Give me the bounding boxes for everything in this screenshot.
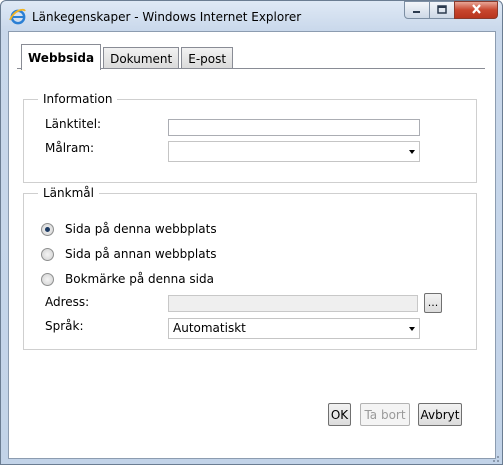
window-title: Länkegenskaper - Windows Internet Explor… — [32, 10, 302, 24]
radio-this-site[interactable] — [41, 223, 54, 236]
chevron-down-icon — [409, 327, 415, 331]
resize-grip-icon[interactable] — [488, 452, 500, 462]
radio-other-site[interactable] — [41, 248, 54, 261]
maximize-icon — [437, 3, 447, 17]
address-label: Adress: — [45, 295, 90, 309]
link-title-label: Länktitel: — [45, 117, 102, 131]
language-select[interactable]: Automatiskt — [168, 318, 420, 339]
close-icon — [471, 3, 482, 17]
window-controls — [404, 1, 498, 21]
information-group: Information Länktitel: Målram: — [23, 92, 477, 183]
radio-this-site-label: Sida på denna webbplats — [65, 222, 217, 236]
internet-explorer-icon — [9, 8, 27, 26]
radio-bookmark-label: Bokmärke på denna sida — [65, 272, 214, 286]
tab-webbsida[interactable]: Webbsida — [21, 44, 102, 70]
minimize-icon — [412, 3, 422, 17]
radio-bookmark[interactable] — [41, 273, 54, 286]
ok-button[interactable]: OK — [328, 403, 351, 426]
link-title-input[interactable] — [168, 119, 420, 136]
language-value: Automatiskt — [173, 321, 246, 335]
delete-button[interactable]: Ta bort — [360, 403, 410, 426]
link-target-group: Länkmål Sida på denna webbplats Sida på … — [23, 186, 477, 350]
target-frame-label: Målram: — [45, 141, 95, 155]
tab-strip: Webbsida Dokument E-post — [21, 43, 235, 70]
radio-other-site-label: Sida på annan webbplats — [65, 247, 217, 261]
browse-button[interactable]: ... — [424, 293, 442, 313]
tab-dokument[interactable]: Dokument — [103, 47, 180, 69]
title-bar[interactable]: Länkegenskaper - Windows Internet Explor… — [1, 1, 502, 31]
target-frame-select[interactable] — [168, 141, 420, 162]
dialog-body: Webbsida Dokument E-post Information Län… — [8, 31, 496, 459]
address-input[interactable] — [168, 295, 418, 312]
link-target-legend: Länkmål — [38, 186, 99, 200]
minimize-button[interactable] — [404, 1, 430, 19]
dialog-window: Länkegenskaper - Windows Internet Explor… — [0, 0, 503, 465]
tab-e-post[interactable]: E-post — [181, 47, 234, 69]
cancel-button[interactable]: Avbryt — [418, 403, 462, 426]
information-legend: Information — [38, 92, 118, 106]
maximize-button[interactable] — [429, 1, 455, 19]
close-button[interactable] — [454, 1, 498, 19]
language-label: Språk: — [45, 319, 84, 333]
chevron-down-icon — [409, 150, 415, 154]
tab-panel: Information Länktitel: Målram: Länkmål S… — [17, 68, 485, 449]
